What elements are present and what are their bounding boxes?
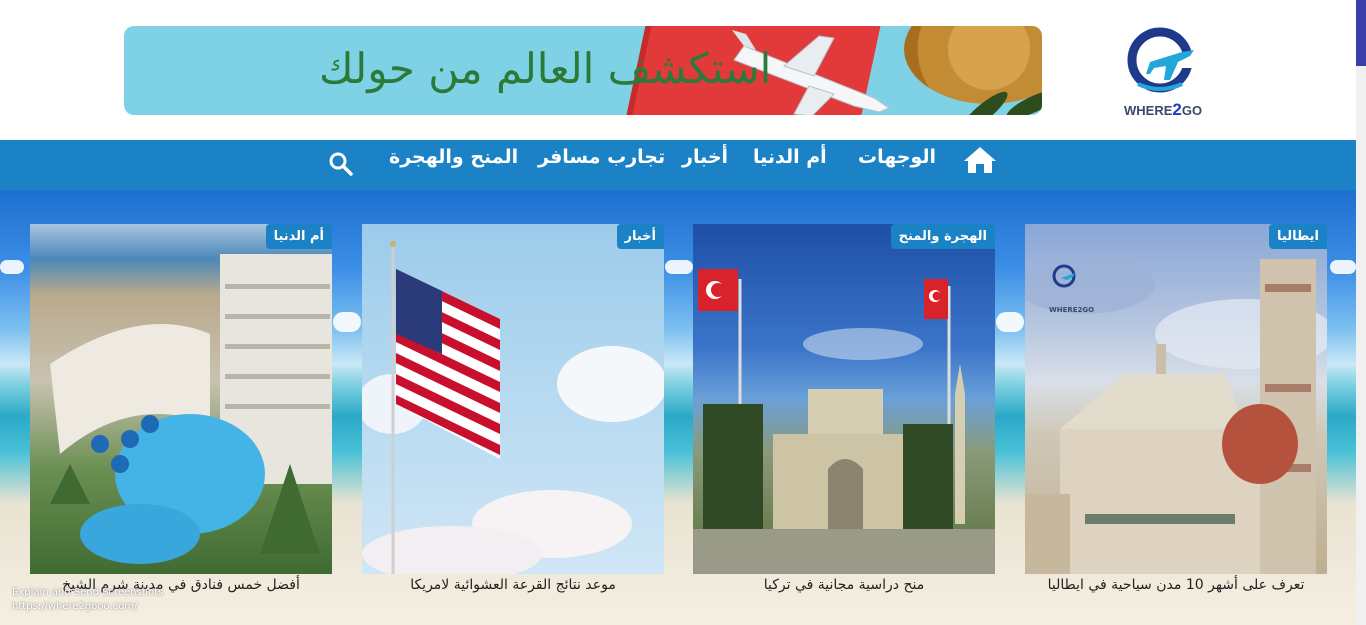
search-icon[interactable] [328, 151, 354, 177]
article-title-usa[interactable]: موعد نتائج القرعة العشوائية لامريكا [362, 577, 664, 593]
globe-plane-icon [1127, 27, 1194, 93]
watermark-logo-text: WHERE2GO [1049, 306, 1095, 314]
category-badge[interactable]: أم الدنيا [265, 224, 332, 249]
cloud-shape [1330, 260, 1356, 274]
banner-slogan: استكشف العالم من حولك [319, 44, 772, 93]
category-badge[interactable]: الهجرة والمنح [890, 224, 995, 249]
istanbul-university-image [693, 269, 995, 574]
screenshot-overlay-text: Explain and Send Screenshots https://whe… [12, 586, 163, 614]
watermark-logo-icon [1052, 264, 1076, 288]
article-card-egypt[interactable]: أم الدنيا [30, 224, 332, 574]
american-flag-image [362, 241, 664, 574]
cloud-shape [333, 312, 361, 332]
article-card-italy[interactable]: WHERE2GO ايطاليا [1025, 224, 1327, 574]
article-card-usa[interactable]: أخبار [362, 224, 664, 574]
cloud-shape [996, 312, 1024, 332]
article-title-italy[interactable]: تعرف على أشهر 10 مدن سياحية في ايطاليا [1025, 577, 1327, 593]
cloud-shape [665, 260, 693, 274]
home-icon[interactable] [963, 145, 997, 175]
article-title-turkey[interactable]: منح دراسية مجانية في تركيا [693, 577, 995, 593]
category-badge[interactable]: أخبار [616, 224, 664, 249]
overlay-line: Explain and Send Screenshots [12, 587, 164, 598]
nav-item-destinations[interactable]: الوجهات [858, 146, 936, 168]
scrollbar-thumb[interactable] [1356, 0, 1366, 66]
cloud-shape [0, 260, 24, 274]
nav-item-egypt[interactable]: أم الدنيا [753, 146, 827, 168]
category-badge[interactable]: ايطاليا [1269, 224, 1327, 249]
sharm-hotel-image [50, 254, 332, 564]
overlay-url: https://where2gooo.com/ [12, 601, 138, 612]
nav-item-traveler-experiences[interactable]: تجارب مسافر [538, 146, 665, 168]
flag-stripes [396, 269, 500, 459]
hat-illustration [904, 26, 1042, 104]
scrollbar-track[interactable] [1356, 66, 1366, 625]
site-logo[interactable]: WHERE2GO [1120, 22, 1203, 119]
article-card-turkey[interactable]: الهجرة والمنح [693, 224, 995, 574]
nav-item-scholarships-immigration[interactable]: المنح والهجرة [389, 146, 518, 168]
logo-text: WHERE2GO [1124, 100, 1203, 119]
main-navigation: الوجهات أم الدنيا أخبار تجارب مسافر المن… [0, 140, 1356, 190]
nav-item-news[interactable]: أخبار [682, 146, 728, 168]
header-banner[interactable]: استكشف العالم من حولك [124, 26, 1042, 115]
